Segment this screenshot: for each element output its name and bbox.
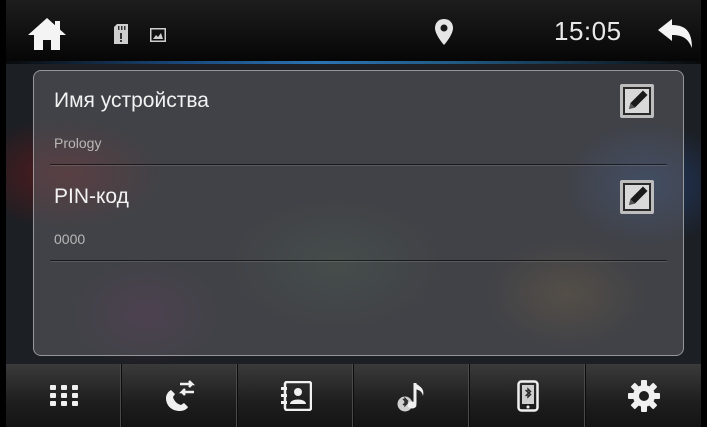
nav-contacts-button[interactable] (238, 364, 354, 427)
settings-row-pin-code[interactable]: PIN-код 0000 (34, 167, 683, 263)
nav-dialpad-button[interactable] (6, 364, 122, 427)
bluetooth-music-icon (397, 382, 423, 411)
sd-card-icon (114, 24, 128, 44)
location-pin-icon (433, 18, 455, 46)
bluetooth-settings-panel: Имя устройства Prology PIN-код 0000 (33, 70, 684, 356)
bottom-nav-bar (6, 364, 701, 427)
settings-gear-icon (627, 379, 660, 412)
divider (50, 260, 667, 261)
clock: 15:05 (554, 16, 622, 46)
device-name-label: Имя устройства (54, 89, 209, 112)
pin-code-value: 0000 (54, 231, 86, 247)
edit-device-name-button[interactable] (619, 83, 655, 119)
pin-code-label: PIN-код (54, 185, 129, 208)
divider (50, 164, 667, 165)
nav-call-history-button[interactable] (122, 364, 238, 427)
dialpad-icon (49, 384, 78, 406)
edit-icon (620, 180, 654, 214)
status-bar: 15:05 (6, 0, 701, 64)
image-icon (150, 28, 166, 42)
edit-icon (620, 84, 654, 118)
device-name-value: Prology (54, 135, 102, 151)
bluetooth-phone-icon (516, 379, 539, 412)
nav-settings-button[interactable] (586, 364, 701, 427)
nav-bluetooth-phone-button[interactable] (470, 364, 586, 427)
back-arrow-icon[interactable] (656, 18, 696, 50)
home-icon[interactable] (26, 16, 68, 52)
nav-bluetooth-music-button[interactable] (354, 364, 470, 427)
contacts-icon (280, 380, 312, 411)
call-history-icon (165, 379, 195, 411)
edit-pin-code-button[interactable] (619, 179, 655, 215)
settings-row-device-name[interactable]: Имя устройства Prology (34, 71, 683, 167)
